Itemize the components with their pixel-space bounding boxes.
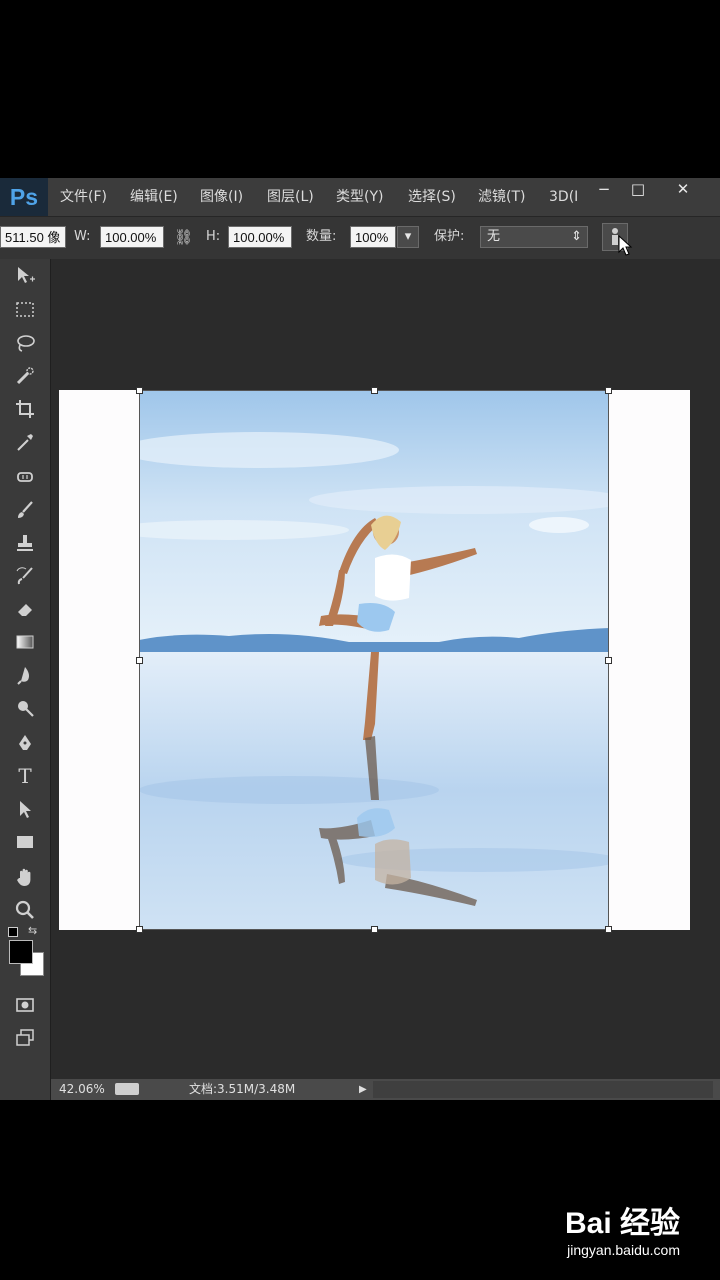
marquee-tool[interactable] xyxy=(10,295,40,325)
zoom-icon xyxy=(15,900,34,919)
lasso-icon xyxy=(17,335,35,352)
tools-panel: T ⇆ xyxy=(0,259,51,1100)
height-field[interactable]: 100.00% xyxy=(228,226,292,248)
quick-select-icon xyxy=(16,367,34,385)
lasso-tool[interactable] xyxy=(10,328,40,358)
status-preview-icon[interactable] xyxy=(115,1083,139,1095)
blur-icon xyxy=(17,667,29,685)
eraser-tool[interactable] xyxy=(10,594,40,624)
menu-image[interactable]: 图像(I) xyxy=(200,178,243,216)
pen-icon xyxy=(19,735,31,750)
amount-field[interactable]: 100% xyxy=(350,226,396,248)
menu-layer[interactable]: 图层(L) xyxy=(267,178,314,216)
status-bar: 42.06% 文档:3.51M/3.48M ▶ xyxy=(51,1079,720,1100)
watermark-url: jingyan.baidu.com xyxy=(567,1242,680,1258)
protect-select[interactable]: 无 ⇕ xyxy=(480,226,588,248)
menu-edit[interactable]: 编辑(E) xyxy=(130,178,178,216)
quick-mask-button[interactable] xyxy=(10,990,40,1020)
move-icon xyxy=(18,267,35,283)
transform-handle-bottom-right[interactable] xyxy=(605,926,612,933)
link-icon[interactable]: ⛓ xyxy=(174,226,193,248)
pen-tool[interactable] xyxy=(10,728,40,758)
hand-tool[interactable] xyxy=(10,862,40,892)
eyedropper-tool[interactable] xyxy=(10,427,40,457)
type-tool[interactable]: T xyxy=(10,761,40,791)
zoom-tool[interactable] xyxy=(10,895,40,925)
brush-tool[interactable] xyxy=(10,495,40,525)
x-position-field[interactable]: 511.50 像 xyxy=(0,226,66,248)
screen-mode-icon xyxy=(16,1029,34,1046)
menu-type[interactable]: 类型(Y) xyxy=(336,178,383,216)
transform-handle-left[interactable] xyxy=(136,657,143,664)
path-select-tool[interactable] xyxy=(10,794,40,824)
baidu-jingyan-watermark: Bai 经验 jingyan.baidu.com xyxy=(500,1198,680,1268)
rectangle-icon xyxy=(17,836,33,848)
stamp-tool[interactable] xyxy=(10,528,40,558)
hand-icon xyxy=(17,868,31,886)
eyedropper-icon xyxy=(17,434,33,451)
horizontal-scrollbar[interactable] xyxy=(373,1081,713,1098)
transform-handle-bottom-left[interactable] xyxy=(136,926,143,933)
dodge-icon xyxy=(18,701,34,717)
foreground-color-swatch[interactable] xyxy=(9,940,33,964)
dodge-tool[interactable] xyxy=(10,693,40,723)
amount-dropdown-button[interactable]: ▾ xyxy=(397,226,419,248)
width-label: W: xyxy=(74,229,91,244)
canvas-area[interactable] xyxy=(51,259,720,1079)
protect-select-value: 无 xyxy=(487,229,501,244)
menu-file[interactable]: 文件(F) xyxy=(60,178,107,216)
move-tool[interactable] xyxy=(10,261,40,291)
free-transform-box[interactable] xyxy=(139,390,609,930)
rectangle-tool[interactable] xyxy=(10,827,40,857)
updown-icon: ⇕ xyxy=(571,229,582,244)
status-menu-arrow-icon[interactable]: ▶ xyxy=(359,1079,367,1100)
chevron-down-icon: ▾ xyxy=(404,229,412,244)
crop-icon xyxy=(16,400,34,418)
transform-handle-top-left[interactable] xyxy=(136,387,143,394)
width-field[interactable]: 100.00% xyxy=(100,226,164,248)
options-bar: 511.50 像 W: 100.00% ⛓ H: 100.00% 数量: 100… xyxy=(0,216,720,259)
menu-bar: Ps 文件(F) 编辑(E) 图像(I) 图层(L) 类型(Y) 选择(S) 滤… xyxy=(0,178,720,216)
menu-3d[interactable]: 3D(I xyxy=(549,178,579,216)
cursor-icon xyxy=(618,235,633,256)
maximize-button[interactable]: □ xyxy=(618,178,658,200)
transform-handle-right[interactable] xyxy=(605,657,612,664)
marquee-icon xyxy=(16,302,34,317)
quick-select-tool[interactable] xyxy=(10,361,40,391)
type-icon: T xyxy=(18,764,32,788)
healing-icon xyxy=(17,472,33,482)
gradient-icon xyxy=(16,635,34,649)
watermark-logo: Bai 经验 xyxy=(564,1207,680,1240)
default-colors-toggle[interactable]: ⇆ xyxy=(6,924,46,941)
default-colors-icon xyxy=(8,927,18,937)
protect-label: 保护: xyxy=(434,229,465,244)
document-info: 文档:3.51M/3.48M xyxy=(189,1082,296,1096)
history-brush-tool[interactable] xyxy=(10,561,40,591)
photoshop-window: Ps 文件(F) 编辑(E) 图像(I) 图层(L) 类型(Y) 选择(S) 滤… xyxy=(0,178,720,1100)
menu-filter[interactable]: 滤镜(T) xyxy=(478,178,525,216)
eraser-icon xyxy=(18,604,32,616)
swap-colors-icon: ⇆ xyxy=(28,924,38,937)
amount-label: 数量: xyxy=(306,229,337,244)
transform-handle-bottom[interactable] xyxy=(371,926,378,933)
history-brush-icon xyxy=(16,567,33,585)
crop-tool[interactable] xyxy=(10,394,40,424)
healing-tool[interactable] xyxy=(10,462,40,492)
stamp-icon xyxy=(17,535,33,551)
zoom-level[interactable]: 42.06% xyxy=(59,1079,105,1100)
transform-handle-top-right[interactable] xyxy=(605,387,612,394)
path-select-icon xyxy=(20,801,31,818)
ps-logo: Ps xyxy=(0,178,48,216)
screen-mode-button[interactable] xyxy=(10,1023,40,1053)
brush-icon xyxy=(18,501,33,518)
close-button[interactable]: ✕ xyxy=(655,178,711,200)
quick-mask-icon xyxy=(16,998,34,1012)
document-canvas[interactable] xyxy=(59,387,690,933)
menu-select[interactable]: 选择(S) xyxy=(408,178,456,216)
height-label: H: xyxy=(206,229,221,244)
gradient-tool[interactable] xyxy=(10,627,40,657)
transform-handle-top[interactable] xyxy=(371,387,378,394)
blur-tool[interactable] xyxy=(10,660,40,690)
